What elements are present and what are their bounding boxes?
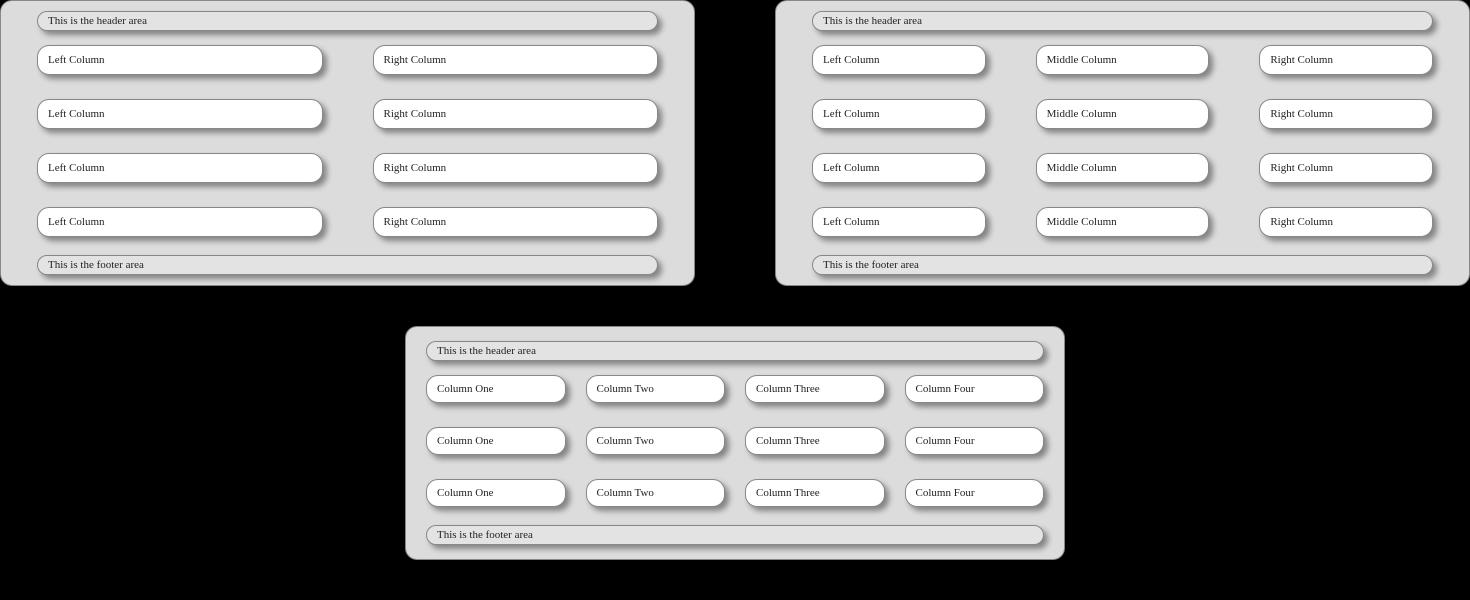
- grid-cell: Column Four: [905, 479, 1045, 507]
- grid-cell: Column One: [426, 375, 566, 403]
- grid-cell: Left Column: [37, 99, 323, 129]
- grid-cell: Left Column: [37, 207, 323, 237]
- grid-cell: Right Column: [1259, 207, 1433, 237]
- grid-cell: Middle Column: [1036, 207, 1210, 237]
- grid-cell: Column Three: [745, 375, 885, 403]
- three-column-grid: Left Column Middle Column Right Column L…: [812, 31, 1433, 251]
- panel-footer: This is the footer area: [426, 525, 1044, 545]
- four-column-panel: This is the header area Column One Colum…: [405, 326, 1065, 560]
- grid-cell: Left Column: [812, 99, 986, 129]
- grid-cell: Column One: [426, 427, 566, 455]
- four-column-grid: Column One Column Two Column Three Colum…: [426, 361, 1044, 521]
- grid-cell: Column Two: [586, 479, 726, 507]
- grid-cell: Left Column: [812, 153, 986, 183]
- grid-cell: Left Column: [37, 45, 323, 75]
- panel-header: This is the header area: [426, 341, 1044, 361]
- grid-cell: Middle Column: [1036, 45, 1210, 75]
- grid-cell: Column Four: [905, 427, 1045, 455]
- three-column-panel: This is the header area Left Column Midd…: [775, 0, 1470, 286]
- panel-header: This is the header area: [812, 11, 1433, 31]
- grid-cell: Column Four: [905, 375, 1045, 403]
- grid-cell: Column One: [426, 479, 566, 507]
- two-column-grid: Left Column Right Column Left Column Rig…: [37, 31, 658, 251]
- panel-footer: This is the footer area: [37, 255, 658, 275]
- grid-cell: Left Column: [812, 45, 986, 75]
- grid-cell: Column Three: [745, 427, 885, 455]
- grid-cell: Right Column: [373, 207, 659, 237]
- grid-cell: Right Column: [373, 153, 659, 183]
- grid-cell: Right Column: [373, 99, 659, 129]
- panel-header: This is the header area: [37, 11, 658, 31]
- grid-cell: Left Column: [37, 153, 323, 183]
- grid-cell: Left Column: [812, 207, 986, 237]
- grid-cell: Middle Column: [1036, 153, 1210, 183]
- grid-cell: Column Three: [745, 479, 885, 507]
- two-column-panel: This is the header area Left Column Righ…: [0, 0, 695, 286]
- grid-cell: Middle Column: [1036, 99, 1210, 129]
- panel-footer: This is the footer area: [812, 255, 1433, 275]
- grid-cell: Right Column: [1259, 45, 1433, 75]
- grid-cell: Right Column: [373, 45, 659, 75]
- grid-cell: Column Two: [586, 375, 726, 403]
- grid-cell: Right Column: [1259, 99, 1433, 129]
- grid-cell: Column Two: [586, 427, 726, 455]
- grid-cell: Right Column: [1259, 153, 1433, 183]
